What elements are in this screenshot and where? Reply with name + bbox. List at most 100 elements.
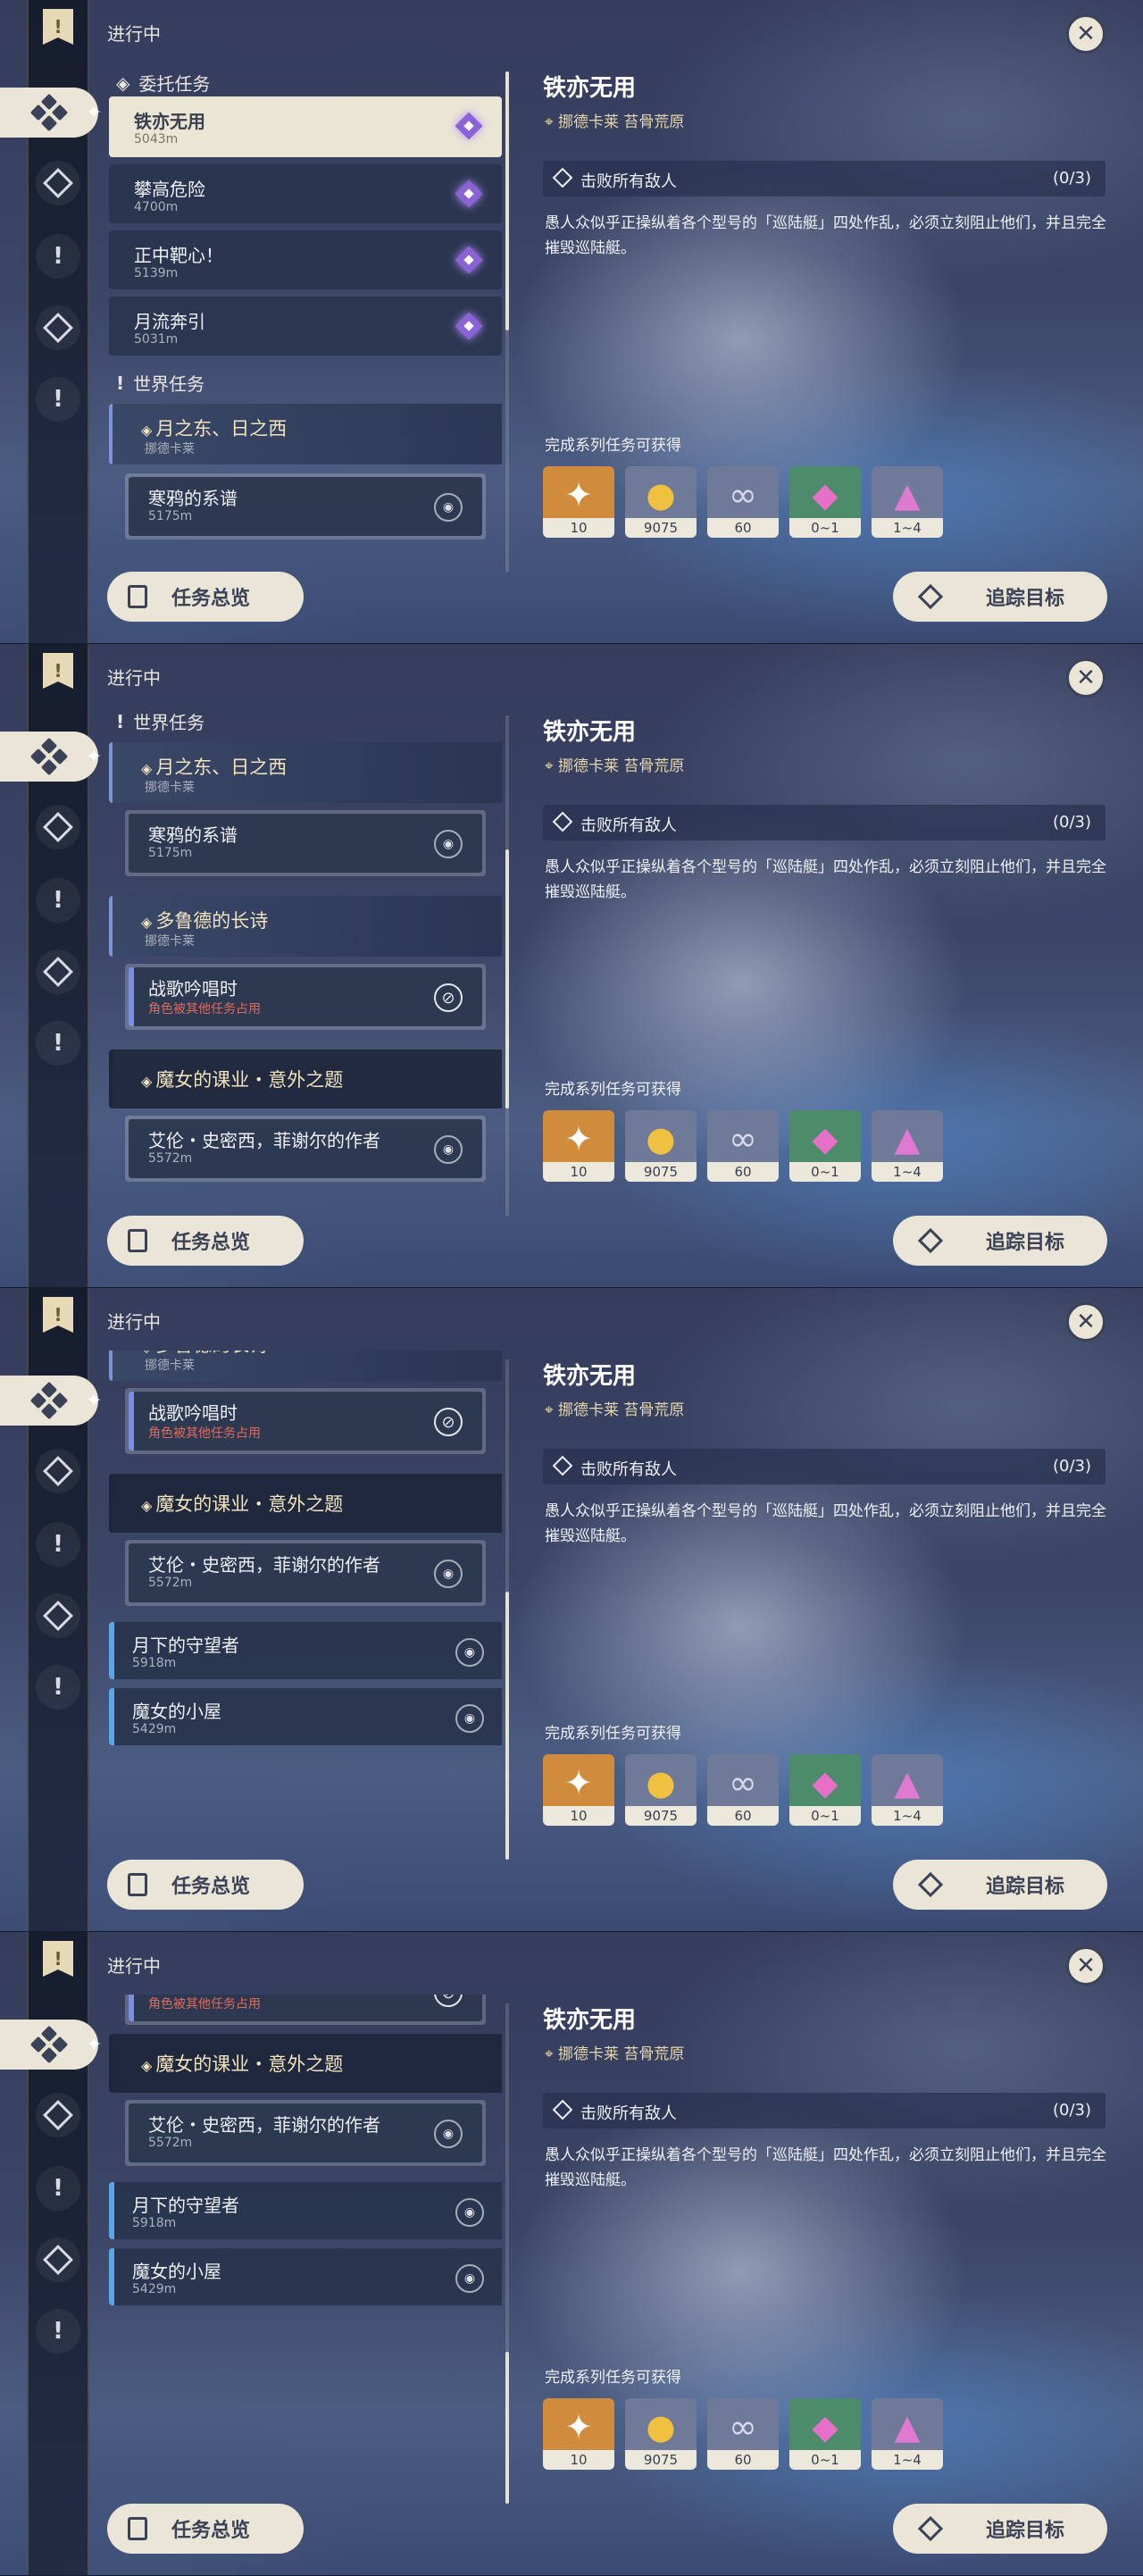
track-target-button[interactable]: 追踪目标 [893, 2504, 1107, 2554]
list-item[interactable]: ◈多鲁德的长诗 挪德卡莱 [109, 1351, 502, 1381]
close-icon[interactable]: ✕ [1066, 1302, 1105, 1342]
list-item[interactable]: 正中靶心！ 5139m [109, 230, 502, 289]
reward-item[interactable]: ✦ 10 [543, 466, 614, 538]
commission-icon[interactable] [36, 1593, 80, 1638]
map-pin-icon[interactable]: ◉ [434, 1135, 463, 1164]
map-pin-icon[interactable]: ◉ [455, 2198, 484, 2227]
all-quests-icon[interactable] [0, 2020, 98, 2070]
exclamation-quest-icon[interactable]: ! [36, 2309, 80, 2354]
map-pin-icon[interactable]: ◉ [455, 2264, 484, 2293]
world-quest-icon[interactable]: ! [36, 878, 80, 923]
quest-overview-button[interactable]: 任务总览 [107, 1216, 304, 1266]
close-icon[interactable]: ✕ [1066, 658, 1105, 698]
list-item[interactable]: 艾伦・史密西，菲谢尔的作者 5572m ◉ [125, 2100, 486, 2166]
star-rarity-icon [455, 180, 483, 208]
exclamation-quest-icon[interactable]: ! [36, 377, 80, 422]
quest-banner-icon[interactable]: ! [43, 1297, 73, 1333]
scrollbar[interactable] [505, 1359, 509, 1860]
exclamation-quest-icon[interactable]: ! [36, 1021, 80, 1066]
list-item[interactable]: ◈ 魔女的课业・意外之题 [109, 1050, 502, 1108]
commission-icon[interactable] [36, 305, 80, 350]
list-item[interactable]: 月流奔引 5031m [109, 297, 502, 355]
exclamation-quest-icon[interactable]: ! [36, 1665, 80, 1710]
quest-banner-icon[interactable]: ! [43, 1941, 73, 1977]
quest-list[interactable]: ◈ 委托任务 铁亦无用 5043m 攀高危险 4700m 正中靶心！ 5139m … [109, 63, 502, 572]
reward-item[interactable]: ◆ 0~1 [789, 2398, 861, 2470]
list-item[interactable]: 魔女的小屋 5429m ◉ [109, 1688, 502, 1745]
quest-list[interactable]: 战歌吟唱时 角色被其他任务占用 ⊘ ◈魔女的课业・意外之题 艾伦・史密西，菲谢尔… [109, 1995, 502, 2504]
world-quest-icon[interactable]: ! [36, 2166, 80, 2211]
list-item[interactable]: ◈ 魔女的课业・意外之题 [109, 1474, 502, 1533]
archon-quest-icon[interactable] [36, 161, 80, 205]
map-pin-icon[interactable]: ◉ [434, 493, 463, 522]
scrollbar[interactable] [505, 2003, 509, 2504]
list-item[interactable]: ◈多鲁德的长诗 挪德卡莱 [109, 896, 502, 957]
reward-item[interactable]: ▲ 1~4 [872, 466, 943, 538]
list-item[interactable]: 艾伦・史密西，菲谢尔的作者 5572m ◉ [125, 1540, 486, 1606]
commission-icon[interactable] [36, 949, 80, 994]
quest-banner-icon[interactable]: ! [43, 9, 73, 45]
reward-item[interactable]: ● 9075 [625, 1754, 697, 1826]
all-quests-icon[interactable] [0, 88, 98, 138]
map-pin-icon[interactable]: ◉ [434, 2120, 463, 2148]
close-icon[interactable]: ✕ [1066, 14, 1105, 54]
list-item[interactable]: 艾伦・史密西，菲谢尔的作者 5572m ◉ [125, 1116, 486, 1182]
all-quests-icon[interactable] [0, 1376, 98, 1426]
quest-title: 铁亦无用 [543, 75, 637, 102]
reward-item[interactable]: ✦ 10 [543, 2398, 614, 2470]
list-item[interactable]: 月下的守望者 5918m ◉ [109, 1622, 502, 1679]
quest-list[interactable]: ! 世界任务 ◈ 月之东、日之西 挪德卡莱 寒鸦的系谱 5175m ◉ ◈ 多鲁德的长… [109, 707, 502, 1216]
map-pin-icon[interactable]: ◉ [434, 830, 463, 858]
reward-item[interactable]: ● 9075 [625, 2398, 697, 2470]
reward-item[interactable]: ∞ 60 [707, 466, 779, 538]
close-icon[interactable]: ✕ [1066, 1946, 1105, 1986]
list-item[interactable]: ◈ 月之东、日之西 挪德卡莱 [109, 742, 502, 803]
list-item[interactable]: 寒鸦的系谱 5175m ◉ [125, 810, 486, 876]
world-quest-icon[interactable]: ! [36, 234, 80, 279]
list-item[interactable]: 月下的守望者 5918m ◉ [109, 2182, 502, 2239]
scrollbar[interactable] [505, 71, 509, 572]
list-item[interactable]: 铁亦无用 5043m [109, 96, 502, 157]
list-item[interactable]: ◈ 魔女的课业・意外之题 [109, 2034, 502, 2093]
commission-icon[interactable] [36, 2237, 80, 2282]
reward-item[interactable]: ✦ 10 [543, 1754, 614, 1826]
quest-location: ⌖ 挪德卡莱 苔骨荒原 [545, 1401, 685, 1419]
reward-item[interactable]: ◆ 0~1 [789, 1754, 861, 1826]
reward-item[interactable]: ▲ 1~4 [872, 1110, 943, 1182]
all-quests-icon[interactable] [0, 732, 98, 782]
reward-item[interactable]: ● 9075 [625, 466, 697, 538]
reward-item[interactable]: ∞ 60 [707, 1754, 779, 1826]
quest-overview-button[interactable]: 任务总览 [107, 1860, 304, 1910]
reward-item[interactable]: ◆ 0~1 [789, 466, 861, 538]
list-item[interactable]: 战歌吟唱时 角色被其他任务占用 ⊘ [125, 1388, 486, 1454]
list-item[interactable]: 寒鸦的系谱 5175m ◉ [125, 473, 486, 539]
track-target-button[interactable]: 追踪目标 [893, 1860, 1107, 1910]
reward-item[interactable]: ▲ 1~4 [872, 1754, 943, 1826]
reward-item[interactable]: ✦ 10 [543, 1110, 614, 1182]
list-item[interactable]: ◈ 月之东、日之西 挪德卡莱 [109, 404, 502, 464]
list-item[interactable]: 战歌吟唱时 角色被其他任务占用 ⊘ [125, 1995, 486, 2025]
map-pin-icon[interactable]: ◉ [434, 1560, 463, 1588]
list-item[interactable]: 魔女的小屋 5429m ◉ [109, 2248, 502, 2305]
world-quest-icon[interactable]: ! [36, 1522, 80, 1567]
primogem-icon: ✦ [564, 475, 593, 514]
archon-quest-icon[interactable] [36, 805, 80, 849]
scrollbar[interactable] [505, 715, 509, 1216]
list-item[interactable]: 攀高危险 4700m [109, 164, 502, 223]
reward-item[interactable]: ▲ 1~4 [872, 2398, 943, 2470]
quest-list[interactable]: ◈多鲁德的长诗 挪德卡莱 战歌吟唱时 角色被其他任务占用 ⊘ ◈魔女的课业・意外… [109, 1351, 502, 1860]
archon-quest-icon[interactable] [36, 1449, 80, 1493]
reward-item[interactable]: ∞ 60 [707, 1110, 779, 1182]
quest-overview-button[interactable]: 任务总览 [107, 2504, 304, 2554]
reward-item[interactable]: ∞ 60 [707, 2398, 779, 2470]
track-target-button[interactable]: 追踪目标 [893, 572, 1107, 622]
reward-item[interactable]: ● 9075 [625, 1110, 697, 1182]
map-pin-icon[interactable]: ◉ [455, 1638, 484, 1667]
map-pin-icon[interactable]: ◉ [455, 1704, 484, 1733]
archon-quest-icon[interactable] [36, 2093, 80, 2137]
quest-banner-icon[interactable]: ! [43, 653, 73, 689]
list-item[interactable]: 战歌吟唱时 角色被其他任务占用 ⊘ [125, 964, 486, 1030]
quest-overview-button[interactable]: 任务总览 [107, 572, 304, 622]
track-target-button[interactable]: 追踪目标 [893, 1216, 1107, 1266]
reward-item[interactable]: ◆ 0~1 [789, 1110, 861, 1182]
